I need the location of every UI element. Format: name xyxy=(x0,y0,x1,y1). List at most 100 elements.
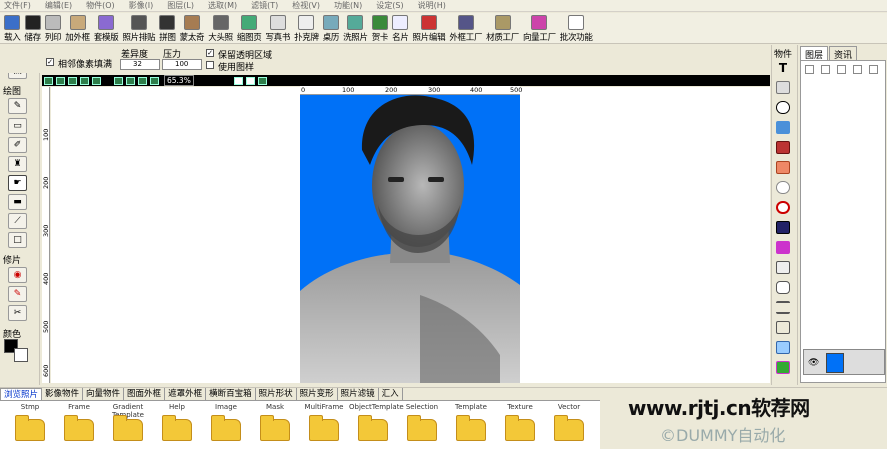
portrait-photo[interactable] xyxy=(300,95,520,383)
menu-object[interactable]: 物件(O) xyxy=(86,0,115,11)
art-text-icon[interactable] xyxy=(776,81,790,94)
toolbar-business-card-button[interactable]: 名片 xyxy=(390,13,410,43)
folder-item[interactable]: Gradient Template xyxy=(104,403,152,447)
visibility-icon[interactable] xyxy=(853,65,862,74)
eye-icon[interactable]: 👁 xyxy=(808,358,819,368)
tab-treasure-box[interactable]: 横断百宝箱 xyxy=(206,388,256,400)
toolbar-save-button[interactable]: 储存 xyxy=(22,13,42,43)
toolbar-photo-layout-button[interactable]: 照片排贴 xyxy=(120,13,157,43)
folder-item[interactable]: Template xyxy=(447,403,495,447)
mask-icon[interactable] xyxy=(869,65,878,74)
toolbar-portrait-button[interactable]: 大头照 xyxy=(206,13,235,43)
folder-item[interactable]: Image xyxy=(202,403,250,447)
background-color-swatch[interactable] xyxy=(14,348,28,362)
tab-photo-filters[interactable]: 照片滤镜 xyxy=(338,388,379,400)
red-eye-tool[interactable]: ◉ xyxy=(8,267,27,283)
toolbar-photo-edit-button[interactable]: 照片编辑 xyxy=(411,13,448,43)
toolbar-vector-factory-button[interactable]: 向量工厂 xyxy=(521,13,558,43)
toolbar-greeting-card-button[interactable]: 贺卡 xyxy=(370,13,390,43)
toolbar-print-photo-button[interactable]: 洗照片 xyxy=(341,13,370,43)
menu-layer[interactable]: 图层(L) xyxy=(167,0,194,11)
zoom-in-icon[interactable] xyxy=(114,76,123,85)
keep-transparent-checkbox[interactable]: ✓ xyxy=(206,49,214,57)
eraser-tool[interactable]: ▭ xyxy=(8,118,27,134)
callout-icon[interactable] xyxy=(776,341,790,354)
use-pattern-checkbox[interactable] xyxy=(206,61,214,69)
tab-browse-photos[interactable]: 浏览照片 xyxy=(0,388,43,400)
toolbar-thumbnail-button[interactable]: 缩图页 xyxy=(235,13,264,43)
trash-icon[interactable] xyxy=(821,65,830,74)
pressure-spinner[interactable]: 100 xyxy=(162,59,202,70)
hand-pan-icon[interactable] xyxy=(245,76,255,85)
retouch-brush-tool[interactable]: ✎ xyxy=(8,286,27,302)
toolbar-montage-button[interactable]: 蒙太奇 xyxy=(178,13,207,43)
rectangle-tool[interactable]: □ xyxy=(8,232,27,248)
toolbar-print-button[interactable]: 列印 xyxy=(43,13,63,43)
paste-icon[interactable] xyxy=(92,76,101,85)
speech-bubble-icon[interactable] xyxy=(776,281,790,294)
toolbar-calendar-button[interactable]: 桌历 xyxy=(321,13,341,43)
line-tool[interactable]: ▬ xyxy=(8,194,27,210)
pointer-icon[interactable] xyxy=(233,76,243,85)
tab-vector-objects[interactable]: 向量物件 xyxy=(83,388,125,400)
toolbar-add-frame-button[interactable]: 加外框 xyxy=(63,13,92,43)
stamp-tool[interactable]: ♜ xyxy=(8,156,27,172)
merge-icon[interactable] xyxy=(837,65,846,74)
cut-icon[interactable] xyxy=(80,76,89,85)
arrow-right-icon[interactable] xyxy=(776,321,790,334)
toolbar-texture-factory-button[interactable]: 材质工厂 xyxy=(484,13,521,43)
toolbar-open-button[interactable]: 载入 xyxy=(2,13,22,43)
folder-item[interactable]: MultiFrame xyxy=(300,403,348,447)
tolerance-spinner[interactable]: 32 xyxy=(120,59,160,70)
folder-item[interactable]: Vector xyxy=(545,403,593,447)
toolbar-batch-button[interactable]: 批次功能 xyxy=(558,13,595,43)
toolbar-collage-button[interactable]: 拼图 xyxy=(157,13,177,43)
exif-icon[interactable] xyxy=(776,221,790,234)
tab-photo-shapes[interactable]: 照片形状 xyxy=(256,388,297,400)
magnifier-icon[interactable] xyxy=(776,181,790,194)
text-tool-icon[interactable]: T xyxy=(776,61,790,75)
menu-file[interactable]: 文件(F) xyxy=(4,0,31,11)
menu-edit[interactable]: 编辑(E) xyxy=(45,0,72,11)
tab-import[interactable]: 汇入 xyxy=(379,388,403,400)
tab-picture-frames[interactable]: 图面外框 xyxy=(124,388,166,400)
fill-bucket-tool[interactable]: ☛ xyxy=(8,175,27,191)
cake-icon[interactable] xyxy=(776,241,790,254)
toolbar-photo-book-button[interactable]: 写真书 xyxy=(263,13,292,43)
brush-tool[interactable]: ✐ xyxy=(8,137,27,153)
copy-icon[interactable] xyxy=(68,76,77,85)
image-object-icon[interactable] xyxy=(776,121,790,134)
folder-item[interactable]: Mask xyxy=(251,403,299,447)
clone-tool[interactable]: ✂ xyxy=(8,305,27,321)
shape-object-icon[interactable] xyxy=(776,161,790,174)
menu-filter[interactable]: 滤镜(T) xyxy=(251,0,278,11)
menu-settings[interactable]: 设定(S) xyxy=(376,0,403,11)
new-layer-icon[interactable] xyxy=(805,65,814,74)
menu-image[interactable]: 影像(I) xyxy=(129,0,154,11)
menu-select[interactable]: 选取(M) xyxy=(208,0,237,11)
folder-item[interactable]: ObjectTemplate xyxy=(349,403,404,447)
eyedropper-tool[interactable]: ⟋ xyxy=(8,213,27,229)
toolbar-poker-button[interactable]: 扑克牌 xyxy=(292,13,321,43)
redo-icon[interactable] xyxy=(56,76,65,85)
abc-text-icon[interactable] xyxy=(776,101,790,114)
clock-icon[interactable] xyxy=(776,201,790,214)
tab-image-objects[interactable]: 影像物件 xyxy=(42,388,84,400)
menu-help[interactable]: 说明(H) xyxy=(418,0,446,11)
zoom-level[interactable]: 65.3% xyxy=(164,75,194,86)
mosaic-icon[interactable] xyxy=(776,361,790,374)
calendar-grid-icon[interactable] xyxy=(776,261,790,274)
folder-item[interactable]: Frame xyxy=(55,403,103,447)
toolbar-template-button[interactable]: 套模版 xyxy=(92,13,121,43)
folder-item[interactable]: Help xyxy=(153,403,201,447)
folder-item[interactable]: Texture xyxy=(496,403,544,447)
tab-mask-frames[interactable]: 遮罩外框 xyxy=(165,388,207,400)
adjacent-fill-checkbox[interactable]: ✓ xyxy=(46,58,54,66)
folder-item[interactable]: Selection xyxy=(398,403,446,447)
photo-object-icon[interactable] xyxy=(776,141,790,154)
menu-view[interactable]: 检视(V) xyxy=(292,0,320,11)
lines-icon[interactable] xyxy=(776,301,790,314)
zoom-out-icon[interactable] xyxy=(126,76,135,85)
tab-photo-warp[interactable]: 照片变形 xyxy=(297,388,338,400)
add-icon[interactable] xyxy=(257,76,267,85)
